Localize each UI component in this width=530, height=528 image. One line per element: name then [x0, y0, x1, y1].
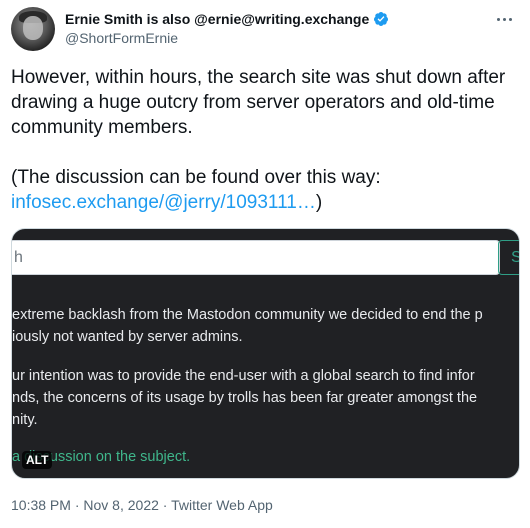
meta-separator: · [70, 497, 84, 513]
tweet-time[interactable]: 10:38 PM [11, 497, 71, 513]
screenshot-line: iously not wanted by server admins. [12, 329, 243, 345]
tweet-source: Twitter Web App [171, 497, 273, 513]
tweet-text: However, within hours, the search site w… [11, 65, 521, 215]
screenshot-line: nity. [12, 412, 38, 428]
tweet-metadata: 10:38 PM · Nov 8, 2022 · Twitter Web App [11, 497, 273, 513]
meta-separator: · [158, 497, 172, 513]
tweet-link-suffix: ) [315, 192, 323, 213]
screenshot-line: extreme backlash from the Mastodon commu… [12, 307, 483, 323]
tweet: Ernie Smith is also @ernie@writing.excha… [0, 0, 530, 528]
author-name-row[interactable]: Ernie Smith is also @ernie@writing.excha… [65, 10, 389, 28]
alt-badge[interactable]: ALT [22, 451, 53, 469]
screenshot-line: ur intention was to provide the end-user… [12, 368, 475, 384]
tweet-date[interactable]: Nov 8, 2022 [83, 497, 159, 513]
verified-badge-icon [374, 12, 389, 26]
screenshot-line: nds, the concerns of its usage by trolls… [12, 390, 478, 406]
tweet-text-main: However, within hours, the search site w… [11, 67, 511, 138]
screenshot-paragraph-1: extreme backlash from the Mastodon commu… [12, 304, 483, 348]
screenshot-search-button: S [498, 240, 519, 275]
screenshot-paragraph-2: ur intention was to provide the end-user… [12, 365, 477, 431]
tweet-text-paren: (The discussion can be found over this w… [11, 167, 381, 188]
author-handle[interactable]: @ShortFormErnie [65, 30, 178, 46]
avatar[interactable] [11, 7, 55, 51]
more-options-icon[interactable] [489, 9, 519, 29]
tweet-image[interactable]: h S extreme backlash from the Mastodon c… [11, 228, 520, 479]
author-display-name[interactable]: Ernie Smith is also @ernie@writing.excha… [65, 11, 369, 27]
screenshot-search-input: h [12, 240, 500, 275]
tweet-link[interactable]: infosec.exchange/@jerry/1093111… [11, 192, 316, 213]
